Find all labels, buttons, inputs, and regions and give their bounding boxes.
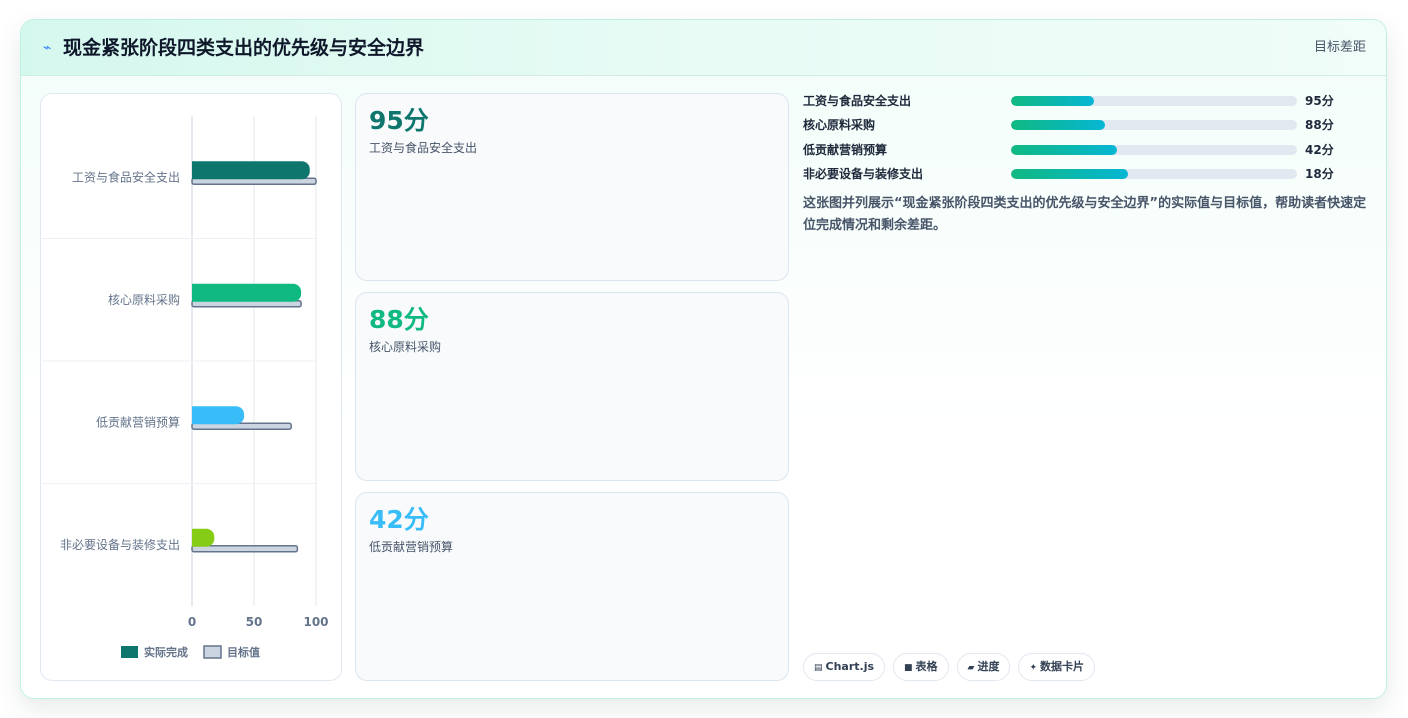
tag-label: 数据卡片 [1040, 660, 1085, 673]
bar-chart: 0 50 100 工资与食品安全支出核心原料采购低贡献营销预算非必要设备与装修支出实际… [42, 116, 329, 659]
tag-table[interactable]: ■ 表格 [893, 653, 949, 681]
gap-label: 目标差距 [1313, 40, 1366, 55]
progress-fill [1011, 169, 1129, 179]
y-tick-label: 非必要设备与装修支出 [60, 537, 180, 552]
kpi-value: 95分 [369, 106, 429, 135]
tag-chartjs[interactable]: ▤ Chart.js [803, 653, 886, 681]
progress-row: 核心原料采购 88分 [803, 116, 1363, 134]
page-title: 现金紧张阶段四类支出的优先级与安全边界 [63, 37, 425, 59]
actual-bar [192, 283, 302, 302]
dashboard-card: ⌁ 现金紧张阶段四类支出的优先级与安全边界 目标差距 0 50 100 工资与食品安全… [20, 19, 1387, 699]
table-icon: ■ [904, 663, 913, 673]
y-tick-label: 工资与食品安全支出 [72, 169, 180, 184]
progress-fill [1011, 120, 1106, 130]
progress-label: 低贡献营销预算 [803, 143, 888, 157]
progress-value: 88分 [1305, 118, 1334, 132]
progress-label: 核心原料采购 [803, 118, 876, 132]
tag-data-card[interactable]: ✦ 数据卡片 [1018, 653, 1096, 681]
card-header: ⌁ 现金紧张阶段四类支出的优先级与安全边界 目标差距 [21, 20, 1386, 76]
legend-label: 实际完成 [144, 645, 188, 659]
progress-row: 工资与食品安全支出 95分 [803, 92, 1363, 110]
kpi-card: 42分 低贡献营销预算 [355, 492, 789, 681]
x-tick-label: 0 [188, 615, 196, 629]
progress-value: 18分 [1305, 167, 1334, 181]
kpi-card: 88分 核心原料采购 [355, 292, 789, 481]
progress-label: 工资与食品安全支出 [803, 94, 912, 108]
progress-label: 非必要设备与装修支出 [803, 167, 924, 181]
progress-row: 非必要设备与装修支出 18分 [803, 165, 1363, 183]
tag-label: 进度 [977, 660, 1000, 673]
legend-swatch-target [203, 645, 222, 659]
progress-value: 95分 [1305, 94, 1334, 108]
tag-progress[interactable]: ▰ 进度 [956, 653, 1011, 681]
legend-label: 目标值 [227, 645, 260, 659]
target-bar [191, 545, 299, 553]
actual-bar [192, 406, 245, 425]
actual-bar [192, 161, 310, 180]
sparkle-icon: ✦ [1029, 663, 1038, 673]
tag-label: Chart.js [825, 660, 875, 673]
progress-track [1011, 169, 1297, 179]
tag-label: 表格 [915, 660, 938, 673]
tag-list: ▤ Chart.js ■ 表格 ▰ 进度 ✦ 数据卡片 [803, 653, 1096, 681]
progress-track [1011, 120, 1297, 130]
progress-track [1011, 96, 1297, 106]
progress-fill [1011, 96, 1094, 106]
kpi-card: 95分 工资与食品安全支出 [355, 93, 789, 281]
x-tick-label: 100 [303, 615, 328, 629]
actual-bar [192, 528, 215, 547]
y-tick-label: 低贡献营销预算 [96, 414, 180, 429]
progress-row: 低贡献营销预算 42分 [803, 141, 1363, 159]
kpi-label: 低贡献营销预算 [369, 540, 454, 554]
progress-value: 42分 [1305, 143, 1334, 157]
chart-icon: ▤ [814, 663, 823, 673]
chart-panel: 0 50 100 工资与食品安全支出核心原料采购低贡献营销预算非必要设备与装修支出实际… [40, 93, 342, 681]
progress-icon: ▰ [967, 663, 975, 673]
kpi-value: 88分 [369, 305, 429, 334]
y-tick-label: 核心原料采购 [108, 292, 180, 307]
trend-icon: ⌁ [43, 40, 52, 56]
progress-fill [1011, 145, 1117, 155]
legend-swatch-actual [121, 646, 138, 658]
progress-track [1011, 145, 1297, 155]
kpi-label: 核心原料采购 [369, 340, 442, 354]
x-tick-label: 50 [246, 615, 263, 629]
kpi-value: 42分 [369, 505, 429, 534]
chart-description: 这张图并列展示“现金紧张阶段四类支出的优先级与安全边界”的实际值与目标值，帮助读… [803, 196, 1367, 233]
kpi-label: 工资与食品安全支出 [369, 141, 478, 155]
